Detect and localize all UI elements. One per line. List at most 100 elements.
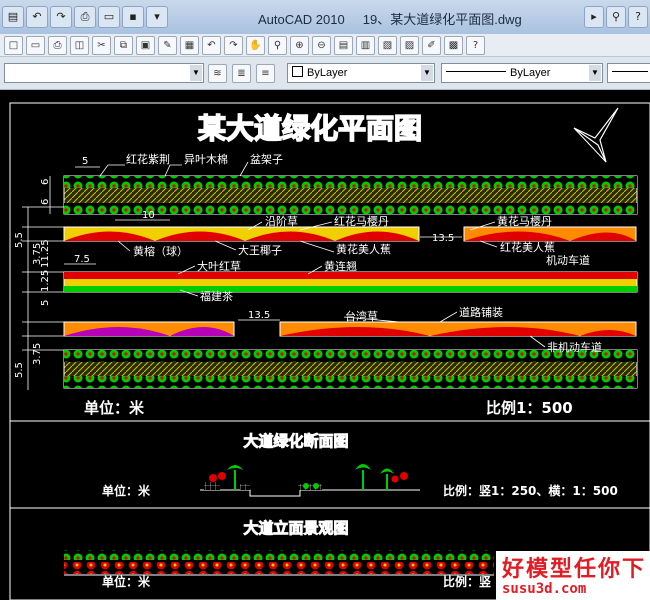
layer-previous-icon[interactable]: ≣: [232, 64, 251, 83]
document-name: 19、某大道绿化平面图.dwg: [362, 12, 522, 27]
lineweight-preview: [612, 71, 648, 72]
plan-unit: 单位：米: [84, 399, 145, 417]
road-label: 非机动车道: [547, 340, 602, 354]
save-icon[interactable]: ▪: [122, 6, 144, 28]
plant-label: 沿阶草: [265, 214, 298, 228]
elevation-scale: 比例：竖: [443, 574, 491, 589]
redo-icon[interactable]: ↷: [50, 6, 72, 28]
dim-value: 7.5: [74, 254, 90, 265]
color-swatch-icon: [292, 66, 303, 77]
standard-toolbar: □ ▭ ⎙ ◫ ✂ ⧉ ▣ ✎ ▦ ↶ ↷ ✋ ⚲ ⊕ ⊖ ▤ ▥ ▧ ▨ ✐ …: [0, 34, 650, 57]
dim-value: 5: [82, 156, 88, 167]
markup-icon[interactable]: ✐: [422, 35, 441, 55]
properties-toolbar: ▼ ≋ ≣ ≡ ByLayer ▼ ByLayer ▼: [0, 57, 650, 90]
match-icon[interactable]: ✎: [158, 35, 177, 55]
title-bar: ▤ ↶ ↷ ⎙ ▭ ▪ ▾ AutoCAD 2010 19、某大道绿化平面图.d…: [0, 0, 650, 35]
tree-row-top: [64, 176, 637, 188]
dim-value: 6: [40, 199, 51, 205]
linetype-dropdown-arrow-icon: ▼: [589, 65, 601, 81]
north-arrow-icon: [573, 107, 619, 163]
center-median-green: [64, 286, 637, 292]
plan-scale: 比例1：500: [486, 399, 573, 417]
search-arrow-icon[interactable]: ▸: [584, 6, 604, 28]
elevation-title: 大道立面景观图: [243, 519, 348, 537]
window-title: AutoCAD 2010 19、某大道绿化平面图.dwg: [258, 9, 522, 28]
open-icon[interactable]: ▭: [98, 6, 120, 28]
toolbar-help-icon[interactable]: ?: [466, 35, 485, 55]
plot-icon[interactable]: ⎙: [48, 35, 67, 55]
linetype-value: ByLayer: [510, 67, 551, 79]
dim-value: 3.75: [32, 343, 43, 365]
plant-label: 黄花美人蕉: [336, 242, 391, 256]
plan-title: 某大道绿化平面图: [198, 112, 422, 145]
road-label: 机动车道: [546, 253, 590, 267]
layer-isolate-icon[interactable]: ≡: [256, 64, 275, 83]
plant-label: 红花马樱丹: [334, 215, 389, 228]
properties-icon[interactable]: ▤: [334, 35, 353, 55]
model-space[interactable]: 某大道绿化平面图 5 10 6 6 5.5 3.75 11.25 7.5 1.2…: [0, 90, 650, 600]
color-dropdown[interactable]: ByLayer ▼: [287, 63, 435, 83]
linetype-preview: [446, 71, 506, 72]
zoom-icon[interactable]: ⚲: [268, 35, 287, 55]
zoom-previous-icon[interactable]: ⊖: [312, 35, 331, 55]
layer-dropdown-arrow-icon: ▼: [190, 65, 202, 81]
block-icon[interactable]: ▦: [180, 35, 199, 55]
elevation-unit: 单位：米: [102, 574, 151, 589]
plant-label: 盆架子: [250, 152, 283, 166]
lineweight-dropdown[interactable]: [607, 63, 650, 83]
open-file-icon[interactable]: ▭: [26, 35, 45, 55]
dim-value: 5.5: [14, 362, 25, 378]
plant-label: 大王椰子: [238, 243, 282, 257]
section-title: 大道绿化断面图: [243, 432, 348, 450]
paste-icon[interactable]: ▣: [136, 35, 155, 55]
tool-palette-icon[interactable]: ▧: [378, 35, 397, 55]
print-icon[interactable]: ⎙: [74, 6, 96, 28]
redo-tool-icon[interactable]: ↷: [224, 35, 243, 55]
pan-icon[interactable]: ✋: [246, 35, 265, 55]
dim-value: 1.25: [40, 270, 51, 292]
plant-label: 黄榕（球）: [133, 244, 188, 258]
watermark: 好模型任你下 susu3d.com: [496, 551, 650, 600]
design-center-icon[interactable]: ▥: [356, 35, 375, 55]
binoculars-icon[interactable]: ⚲: [606, 6, 626, 28]
section-unit: 单位：米: [102, 483, 151, 498]
cut-icon[interactable]: ✂: [92, 35, 111, 55]
cross-section-drawing: [200, 464, 420, 497]
app-name: AutoCAD 2010: [258, 12, 345, 27]
dim-value: 5: [40, 300, 51, 306]
preview-icon[interactable]: ◫: [70, 35, 89, 55]
dim-value: 5.5: [14, 232, 25, 248]
new-icon[interactable]: □: [4, 35, 23, 55]
color-dropdown-arrow-icon: ▼: [421, 65, 433, 81]
window-controls: ▸ ⚲ ?: [584, 6, 648, 28]
drawing-canvas: 某大道绿化平面图 5 10 6 6 5.5 3.75 11.25 7.5 1.2…: [9, 102, 650, 600]
layer-state-icon[interactable]: ≋: [208, 64, 227, 83]
undo-icon[interactable]: ↶: [26, 6, 48, 28]
linetype-dropdown[interactable]: ByLayer ▼: [441, 63, 603, 83]
section-scale: 比例：竖1：250、横：1：500: [443, 483, 618, 498]
tree-row-bottom-2: [64, 376, 637, 388]
layer-dropdown[interactable]: ▼: [4, 63, 204, 83]
plant-label: 道路铺装: [459, 305, 503, 319]
undo-tool-icon[interactable]: ↶: [202, 35, 221, 55]
plant-label: 黄花马樱丹: [497, 214, 552, 228]
plant-label: 福建茶: [200, 289, 233, 303]
help-icon[interactable]: ?: [628, 6, 648, 28]
plant-label: 红花美人蕉: [500, 241, 555, 254]
dropdown-icon[interactable]: ▾: [146, 6, 168, 28]
zoom-window-icon[interactable]: ⊕: [290, 35, 309, 55]
calculator-icon[interactable]: ▩: [444, 35, 463, 55]
plant-label: 大叶红草: [197, 259, 241, 273]
copy-icon[interactable]: ⧉: [114, 35, 133, 55]
app-menu-icon[interactable]: ▤: [2, 6, 24, 28]
quick-access-toolbar: ▤ ↶ ↷ ⎙ ▭ ▪ ▾: [2, 6, 168, 28]
sheet-icon[interactable]: ▨: [400, 35, 419, 55]
dim-value: 10: [142, 210, 155, 221]
dim-value: 11.25: [40, 239, 51, 268]
elevation-drawing: [64, 550, 494, 576]
center-median-red: [64, 272, 637, 279]
dim-value: 13.5: [432, 233, 454, 244]
plant-label: 红花紫荆: [126, 153, 170, 166]
color-value: ByLayer: [307, 67, 348, 79]
watermark-text: 好模型任你下: [502, 557, 647, 582]
